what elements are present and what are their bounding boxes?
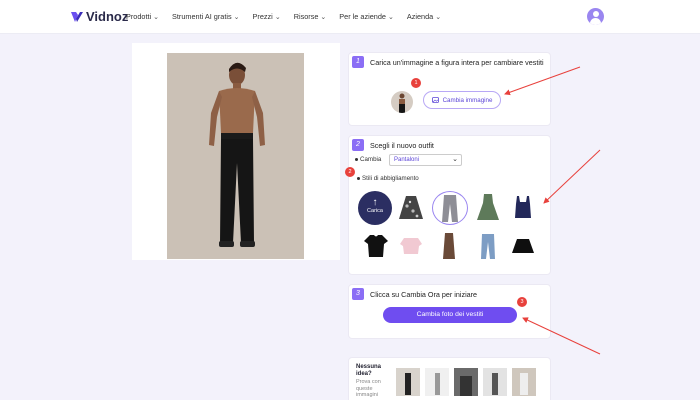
model-thumbnail-image [399,93,405,113]
idea-image-1[interactable] [396,368,420,396]
brand-logo[interactable]: Vidnoz [70,9,128,24]
garment-type-select[interactable]: Pantaloni ⌄ [389,154,462,166]
styles-label: Stili di abbigliamento [357,175,419,182]
annotation-badge-3: 3 [517,297,527,307]
top-pink-icon[interactable] [397,231,425,261]
skirt-black-icon[interactable] [509,231,537,261]
nav-item-prezzi[interactable]: Prezzi ⌄ [253,12,281,21]
vidnoz-logo-icon [71,11,83,22]
ideas-title: Nessuna idea? [356,364,382,377]
avatar-body [590,18,601,25]
nav-item-azienda[interactable]: Azienda ⌄ [407,12,441,21]
chevron-down-icon: ⌄ [452,156,458,163]
chevron-down-icon: ⌄ [387,13,394,21]
step-1-card: 1 Carica un'immagine a figura intera per… [348,52,551,126]
chevron-down-icon: ⌄ [233,13,240,21]
idea-image-2[interactable] [425,368,449,396]
nav-item-prodotti[interactable]: Prodotti ⌄ [126,12,159,21]
brand-name: Vidnoz [86,9,129,24]
idea-image-3[interactable] [454,368,478,396]
step-number: 1 [352,56,364,68]
annotation-badge-1: 1 [411,78,421,88]
model-figure-image [209,62,265,247]
jeans-grey-option-selected[interactable] [432,191,468,225]
tshirt-black-icon[interactable] [362,231,390,261]
user-avatar[interactable] [587,8,604,25]
change-clothes-photo-button[interactable]: Cambia foto dei vestiti [383,307,517,323]
upload-garment-button[interactable]: ↑ Carica [358,191,392,225]
nav-item-risorse[interactable]: Risorse ⌄ [294,12,327,21]
change-image-button[interactable]: Cambia immagine [423,91,501,109]
ideas-card: Nessuna idea? Prova con queste immagini [348,357,551,400]
change-label: Cambia [355,156,381,163]
chevron-down-icon: ⌄ [435,13,442,21]
chevron-down-icon: ⌄ [153,13,160,21]
chevron-down-icon: ⌄ [274,13,281,21]
main-nav: Prodotti ⌄ Strumenti AI gratis ⌄ Prezzi ⌄ R… [126,12,441,21]
step-2-title: Scegli il nuovo outfit [370,141,434,150]
arrow-to-garments [543,149,601,204]
step-number: 3 [352,288,364,300]
dress-brown-icon[interactable] [435,231,463,261]
avatar-head [592,11,599,17]
skirt-floral-icon[interactable] [397,192,425,222]
ideas-subtitle: Prova con queste immagini [356,379,381,398]
nav-item-aziende[interactable]: Per le aziende ⌄ [339,12,394,21]
idea-image-5[interactable] [512,368,536,396]
upload-arrow-icon: ↑ [372,197,378,208]
image-icon [431,97,439,103]
model-photo [167,53,304,259]
top-navigation-bar: Vidnoz Prodotti ⌄ Strumenti AI gratis ⌄ Pr… [0,0,700,34]
step-3-card: 3 Clicca su Cambia Ora per iniziare 3 Ca… [348,284,551,339]
jeans-grey-icon [442,195,458,222]
annotation-badge-2: 2 [345,167,355,177]
preview-panel [132,43,340,260]
jeans-blue-icon[interactable] [474,231,502,261]
step-2-card: 2 Scegli il nuovo outfit Cambia Pantalon… [345,135,551,275]
step-1-title: Carica un'immagine a figura intera per c… [370,58,544,67]
nav-item-strumenti[interactable]: Strumenti AI gratis ⌄ [172,12,240,21]
step-number: 2 [352,139,364,151]
chevron-down-icon: ⌄ [320,13,327,21]
dress-green-icon[interactable] [474,192,502,222]
uploaded-image-thumbnail[interactable] [391,91,413,113]
idea-image-4[interactable] [483,368,507,396]
top-navy-icon[interactable] [509,192,537,222]
